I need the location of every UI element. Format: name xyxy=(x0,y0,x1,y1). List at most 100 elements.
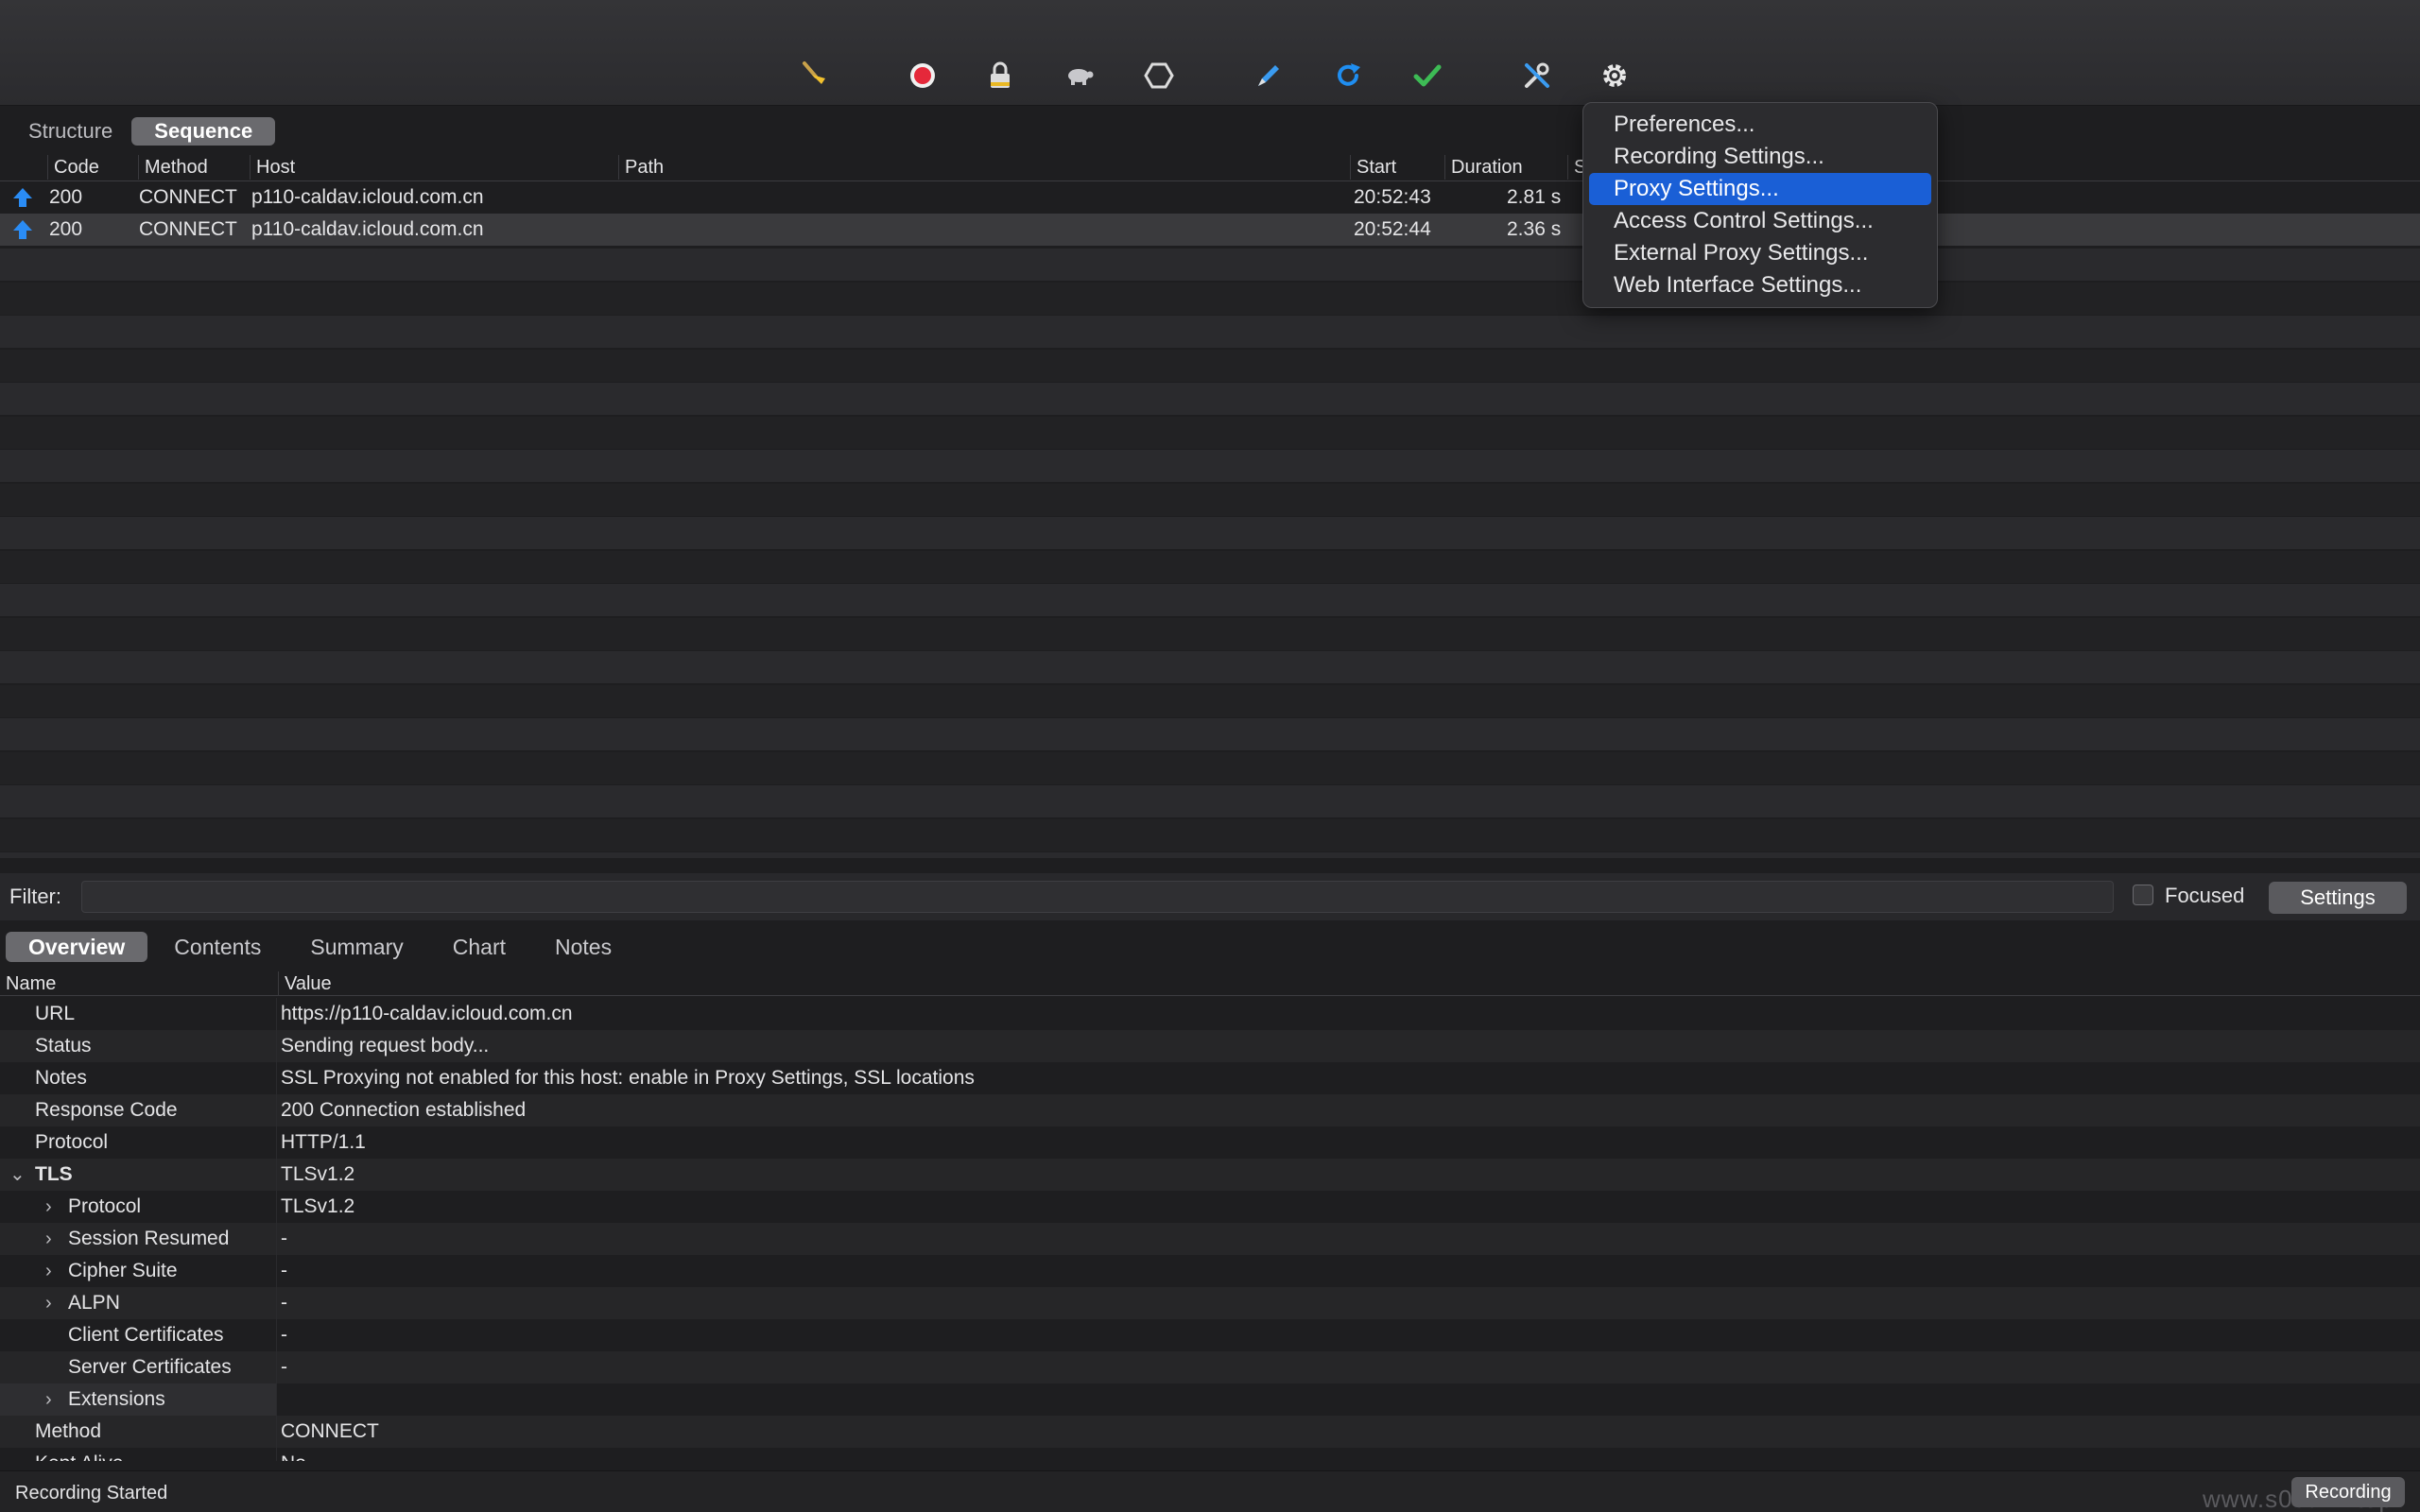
detail-value: TLSv1.2 xyxy=(281,1195,355,1217)
chevron-right-icon[interactable]: › xyxy=(45,1223,52,1255)
column-method[interactable]: Method xyxy=(138,155,250,180)
detail-tabs: Overview Contents Summary Chart Notes xyxy=(6,932,634,962)
compose-pen-icon[interactable] xyxy=(1252,59,1286,93)
table-row[interactable]: 200 CONNECT p110-caldav.icloud.com.cn 20… xyxy=(0,214,2420,246)
chevron-right-icon[interactable]: › xyxy=(45,1255,52,1287)
detail-row-response-code[interactable]: Response Code 200 Connection established xyxy=(0,1094,2420,1126)
detail-value: - xyxy=(281,1292,287,1314)
detail-row-kept-alive[interactable]: Kept Alive No xyxy=(0,1448,2420,1461)
tab-overview[interactable]: Overview xyxy=(6,932,148,962)
throttle-turtle-icon[interactable] xyxy=(1063,59,1097,93)
detail-value: - xyxy=(281,1260,287,1281)
detail-name: Session Resumed xyxy=(68,1228,230,1249)
tab-chart[interactable]: Chart xyxy=(430,932,528,962)
table-row[interactable]: 200 CONNECT p110-caldav.icloud.com.cn 20… xyxy=(0,181,2420,214)
detail-row-client-certificates[interactable]: Client Certificates - xyxy=(0,1319,2420,1351)
validate-check-icon[interactable] xyxy=(1410,59,1444,93)
detail-name: TLS xyxy=(35,1163,73,1185)
menu-item-proxy-settings[interactable]: Proxy Settings... xyxy=(1589,173,1931,205)
detail-value: - xyxy=(281,1324,287,1346)
detail-name: ALPN xyxy=(68,1292,120,1314)
cell-method: CONNECT xyxy=(139,186,237,208)
filter-label: Filter: xyxy=(9,885,61,908)
recording-badge[interactable]: Recording xyxy=(2291,1477,2405,1507)
tab-sequence[interactable]: Sequence xyxy=(131,117,276,146)
detail-row-cipher-suite[interactable]: › Cipher Suite - xyxy=(0,1255,2420,1287)
detail-row-tls-protocol[interactable]: › Protocol TLSv1.2 xyxy=(0,1191,2420,1223)
tab-notes[interactable]: Notes xyxy=(532,932,634,962)
detail-row-session-resumed[interactable]: › Session Resumed - xyxy=(0,1223,2420,1255)
detail-value: HTTP/1.1 xyxy=(281,1131,366,1153)
detail-value: https://p110-caldav.icloud.com.cn xyxy=(281,1003,573,1024)
focused-checkbox[interactable] xyxy=(2133,885,2153,905)
detail-value: CONNECT xyxy=(281,1420,379,1442)
tab-summary[interactable]: Summary xyxy=(287,932,425,962)
detail-name: URL xyxy=(35,1003,76,1024)
menu-item-external-proxy-settings[interactable]: External Proxy Settings... xyxy=(1589,237,1931,269)
column-name[interactable]: Name xyxy=(0,971,278,996)
cell-host: p110-caldav.icloud.com.cn xyxy=(251,218,484,240)
detail-name: Server Certificates xyxy=(68,1356,232,1378)
detail-row-url[interactable]: URL https://p110-caldav.icloud.com.cn xyxy=(0,998,2420,1030)
detail-name: Notes xyxy=(35,1067,87,1089)
detail-row-method[interactable]: Method CONNECT xyxy=(0,1416,2420,1448)
chevron-right-icon[interactable]: › xyxy=(45,1287,52,1319)
chevron-down-icon[interactable]: ⌄ xyxy=(9,1159,26,1191)
column-duration[interactable]: Duration xyxy=(1444,155,1567,180)
detail-value: SSL Proxying not enabled for this host: … xyxy=(281,1067,975,1089)
tab-structure[interactable]: Structure xyxy=(17,117,124,146)
breakpoint-icon[interactable] xyxy=(1142,59,1176,93)
filter-input[interactable] xyxy=(81,881,2114,913)
detail-value: 200 Connection established xyxy=(281,1099,527,1121)
detail-name: Client Certificates xyxy=(68,1324,224,1346)
detail-row-server-certificates[interactable]: Server Certificates - xyxy=(0,1351,2420,1383)
details-table: URL https://p110-caldav.icloud.com.cn St… xyxy=(0,998,2420,1461)
column-value[interactable]: Value xyxy=(278,971,2420,996)
repeat-icon[interactable] xyxy=(1331,59,1365,93)
detail-value: - xyxy=(281,1356,287,1378)
menu-item-access-control-settings[interactable]: Access Control Settings... xyxy=(1589,205,1931,237)
view-tabs: Structure Sequence xyxy=(17,117,276,146)
column-path[interactable]: Path xyxy=(618,155,1350,180)
tab-contents[interactable]: Contents xyxy=(151,932,284,962)
sequence-table: 200 CONNECT p110-caldav.icloud.com.cn 20… xyxy=(0,181,2420,858)
chevron-right-icon[interactable]: › xyxy=(45,1191,52,1223)
detail-value: TLSv1.2 xyxy=(281,1163,355,1185)
cell-start: 20:52:44 xyxy=(1354,218,1431,240)
detail-row-protocol[interactable]: Protocol HTTP/1.1 xyxy=(0,1126,2420,1159)
column-start[interactable]: Start xyxy=(1350,155,1444,180)
chevron-right-icon[interactable]: › xyxy=(45,1383,52,1416)
menu-item-recording-settings[interactable]: Recording Settings... xyxy=(1589,141,1931,173)
detail-row-notes[interactable]: Notes SSL Proxying not enabled for this … xyxy=(0,1062,2420,1094)
menu-item-web-interface-settings[interactable]: Web Interface Settings... xyxy=(1589,269,1931,301)
detail-name: Cipher Suite xyxy=(68,1260,178,1281)
detail-name: Protocol xyxy=(35,1131,109,1153)
detail-value: - xyxy=(281,1228,287,1249)
toolbar xyxy=(0,0,2420,106)
sequence-header: Code Method Host Path Start Duration S xyxy=(0,153,2420,181)
cell-code: 200 xyxy=(49,186,83,208)
tools-icon[interactable] xyxy=(1520,59,1554,93)
detail-row-tls[interactable]: ⌄ TLS TLSv1.2 xyxy=(0,1159,2420,1191)
settings-menu: Preferences... Recording Settings... Pro… xyxy=(1582,102,1938,308)
detail-name: Response Code xyxy=(35,1099,178,1121)
record-icon[interactable] xyxy=(906,59,940,93)
filter-settings-button[interactable]: Settings xyxy=(2269,882,2407,914)
detail-name: Kept Alive xyxy=(35,1448,123,1461)
ssl-lock-icon[interactable] xyxy=(983,59,1017,93)
detail-value: No xyxy=(281,1448,306,1461)
request-up-arrow-icon xyxy=(13,220,32,239)
column-host[interactable]: Host xyxy=(250,155,618,180)
request-up-arrow-icon xyxy=(13,188,32,207)
cell-host: p110-caldav.icloud.com.cn xyxy=(251,186,484,208)
column-code[interactable]: Code xyxy=(47,155,138,180)
cell-start: 20:52:43 xyxy=(1354,186,1431,208)
broom-icon[interactable] xyxy=(796,57,830,91)
details-header: Name Value xyxy=(0,970,2420,996)
menu-item-preferences[interactable]: Preferences... xyxy=(1589,109,1931,141)
cell-duration: 2.81 s xyxy=(1507,186,1562,208)
detail-row-alpn[interactable]: › ALPN - xyxy=(0,1287,2420,1319)
detail-row-extensions[interactable]: › Extensions xyxy=(0,1383,2420,1416)
detail-row-status[interactable]: Status Sending request body... xyxy=(0,1030,2420,1062)
settings-gear-icon[interactable] xyxy=(1598,59,1632,93)
